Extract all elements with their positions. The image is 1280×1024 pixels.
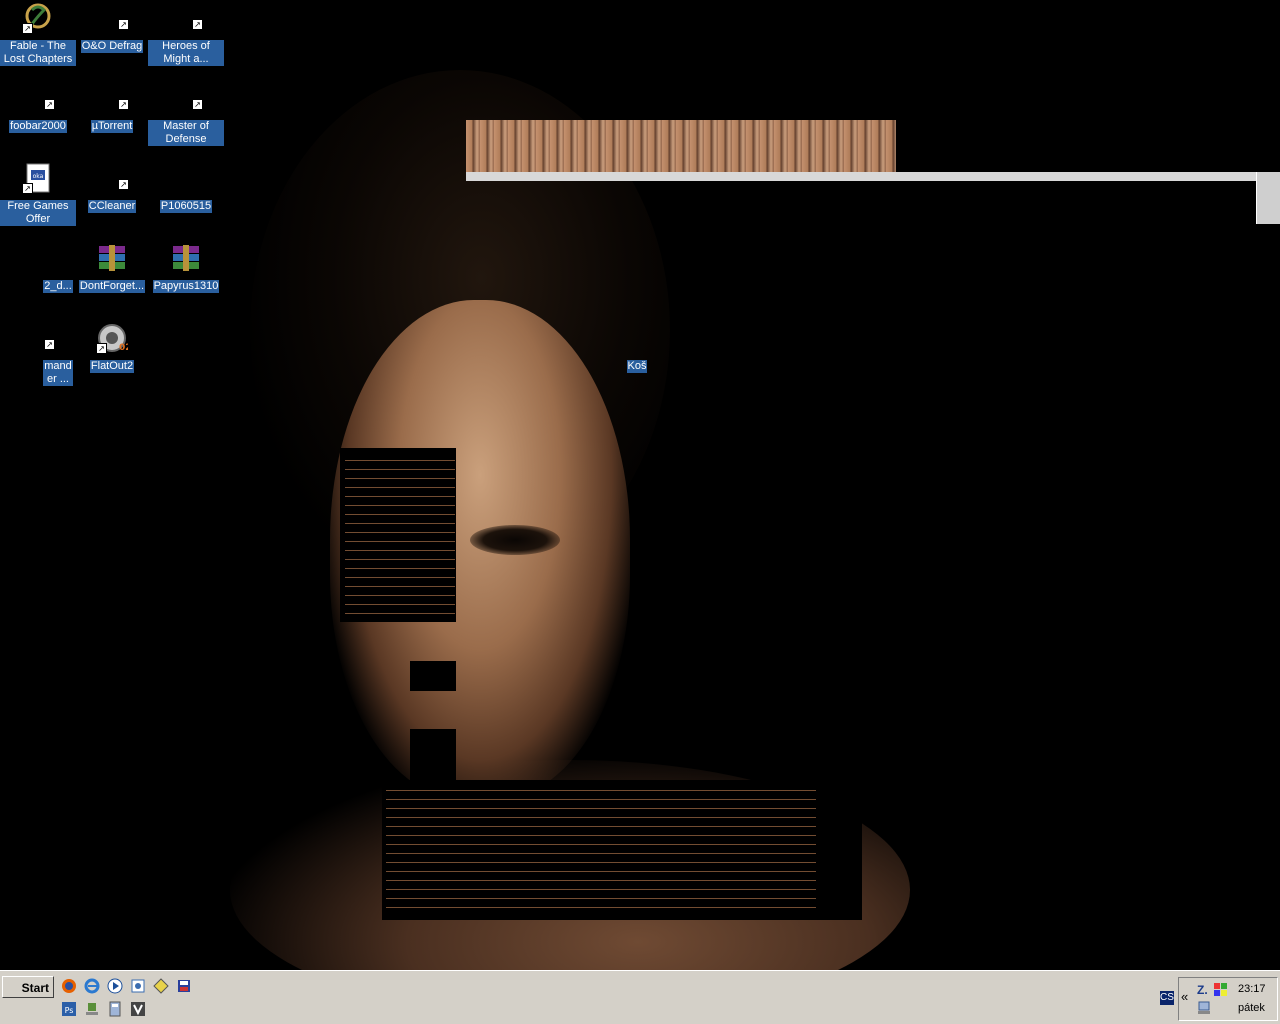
image-icon bbox=[170, 162, 202, 194]
glitch-box bbox=[1256, 172, 1280, 224]
network-tray-icon[interactable] bbox=[1197, 1001, 1211, 1015]
desktop-icon-label: CCleaner bbox=[87, 200, 137, 213]
app-icon[interactable] bbox=[130, 1001, 146, 1017]
desktop-icon-ccleaner[interactable]: ↗ CCleaner bbox=[74, 162, 150, 214]
desktop-icon-heroes[interactable]: ↗ Heroes of Might a... bbox=[148, 2, 224, 67]
shortcut-arrow-icon: ↗ bbox=[96, 343, 107, 354]
foobar-icon: ↗ bbox=[22, 82, 55, 114]
desktop-icon-dontforget[interactable]: DontForget... bbox=[74, 242, 150, 294]
shortcut-arrow-icon: ↗ bbox=[118, 179, 129, 190]
desktop-icon-master-of-defense[interactable]: ↗ Master of Defense bbox=[148, 82, 224, 147]
language-indicator[interactable]: CS bbox=[1160, 991, 1174, 1005]
shortcut-arrow-icon: ↗ bbox=[118, 19, 129, 30]
winrar-archive-icon bbox=[96, 242, 128, 274]
firefox-icon[interactable] bbox=[61, 978, 77, 994]
desktop-icon-label: P1060515 bbox=[159, 200, 213, 213]
file-icon bbox=[22, 242, 54, 274]
desktop-icon-label: DontForget... bbox=[78, 280, 146, 293]
photoshop-icon[interactable]: Ps bbox=[61, 1001, 77, 1017]
shortcut-arrow-icon: ↗ bbox=[22, 23, 33, 34]
desktop-icon-label: 2_d... bbox=[43, 280, 73, 293]
desktop-icon-partial-file[interactable]: 2_d... bbox=[0, 242, 76, 294]
shortcut-arrow-icon: ↗ bbox=[118, 99, 129, 110]
ccleaner-icon: ↗ bbox=[96, 162, 129, 194]
glitch-bar bbox=[466, 172, 1280, 181]
desktop-icon-label: FlatOut2 bbox=[89, 360, 135, 373]
windows-flag-icon[interactable] bbox=[1214, 983, 1228, 997]
shortcut-arrow-icon: ↗ bbox=[44, 339, 55, 350]
desktop: ↗ Fable - The Lost Chapters ↗ O&O Defrag… bbox=[0, 0, 1280, 970]
calculator-icon[interactable] bbox=[107, 1001, 123, 1017]
document-icon: oka ↗ bbox=[22, 162, 54, 194]
media-player-icon[interactable] bbox=[107, 978, 123, 994]
browser-icon[interactable] bbox=[130, 978, 146, 994]
heroes-icon: ↗ bbox=[170, 2, 203, 34]
desktop-icon-recycle-bin[interactable]: Koš bbox=[599, 322, 675, 374]
desktop-icon-label: Free Games Offer bbox=[0, 200, 76, 226]
glitch-block bbox=[410, 661, 456, 691]
svg-text:oka: oka bbox=[33, 173, 44, 180]
desktop-icon-label: O&O Defrag bbox=[80, 40, 144, 53]
defrag-icon: ↗ bbox=[96, 2, 129, 34]
start-button-label: Start bbox=[21, 981, 49, 995]
glitch-dashes bbox=[386, 784, 816, 916]
glitch-block bbox=[410, 729, 456, 781]
command-icon: ↗ bbox=[22, 322, 55, 354]
tray-zone-icon[interactable]: Z. bbox=[1197, 983, 1211, 997]
desktop-icon-label: Heroes of Might a... bbox=[148, 40, 224, 66]
shortcut-arrow-icon: ↗ bbox=[22, 183, 33, 194]
internet-explorer-icon[interactable] bbox=[84, 978, 100, 994]
svg-text:Ps: Ps bbox=[65, 1006, 74, 1015]
shortcut-arrow-icon: ↗ bbox=[44, 99, 55, 110]
tool-icon[interactable] bbox=[153, 978, 169, 994]
glitch-dashes bbox=[345, 452, 455, 622]
desktop-icon-label: Fable - The Lost Chapters bbox=[0, 40, 76, 66]
recycle-bin-icon bbox=[621, 322, 653, 354]
shortcut-arrow-icon: ↗ bbox=[192, 99, 203, 110]
glitch-strip bbox=[466, 120, 896, 172]
desktop-icon-free-games[interactable]: oka ↗ Free Games Offer bbox=[0, 162, 76, 227]
desktop-icon-fable[interactable]: ↗ Fable - The Lost Chapters bbox=[0, 2, 76, 67]
svg-text:02: 02 bbox=[119, 343, 128, 353]
desktop-icon-command[interactable]: ↗ mand er ... bbox=[0, 322, 76, 387]
desktop-icon-flatout2[interactable]: 02 ↗ FlatOut2 bbox=[74, 322, 150, 374]
start-button[interactable]: Start bbox=[2, 976, 54, 998]
desktop-icon-label: Master of Defense bbox=[148, 120, 224, 146]
desktop-icon-label: Papyrus1310 bbox=[152, 280, 220, 293]
desktop-icon-papyrus[interactable]: Papyrus1310 bbox=[148, 242, 224, 294]
desktop-icon-utorrent[interactable]: ↗ µTorrent bbox=[74, 82, 150, 134]
clock-day: pátek bbox=[1238, 1002, 1265, 1014]
desktop-icon-p1060515[interactable]: P1060515 bbox=[148, 162, 224, 214]
desktop-icon-label: µTorrent bbox=[90, 120, 134, 133]
master-of-defense-icon: ↗ bbox=[170, 82, 203, 114]
desktop-icon-defrag[interactable]: ↗ O&O Defrag bbox=[74, 2, 150, 54]
wallpaper-eye bbox=[470, 525, 560, 555]
winrar-archive-icon bbox=[170, 242, 202, 274]
desktop-icon-label: mand er ... bbox=[43, 360, 73, 386]
fable-icon: ↗ bbox=[22, 2, 54, 34]
desktop-icon-label: Koš bbox=[626, 360, 648, 373]
flatout-icon: 02 ↗ bbox=[96, 322, 132, 354]
shortcut-arrow-icon: ↗ bbox=[192, 19, 203, 30]
utorrent-icon: ↗ bbox=[96, 82, 129, 114]
taskbar: Start Ps CS « Z. 23:17 pátek bbox=[0, 970, 1280, 1024]
desktop-icon-foobar[interactable]: ↗ foobar2000 bbox=[0, 82, 76, 134]
desktop-icon-label: foobar2000 bbox=[9, 120, 67, 133]
clock-time[interactable]: 23:17 bbox=[1238, 983, 1266, 995]
save-icon[interactable] bbox=[176, 978, 192, 994]
network-icon[interactable] bbox=[84, 1001, 100, 1017]
tray-expand-button[interactable]: « bbox=[1181, 989, 1188, 1004]
